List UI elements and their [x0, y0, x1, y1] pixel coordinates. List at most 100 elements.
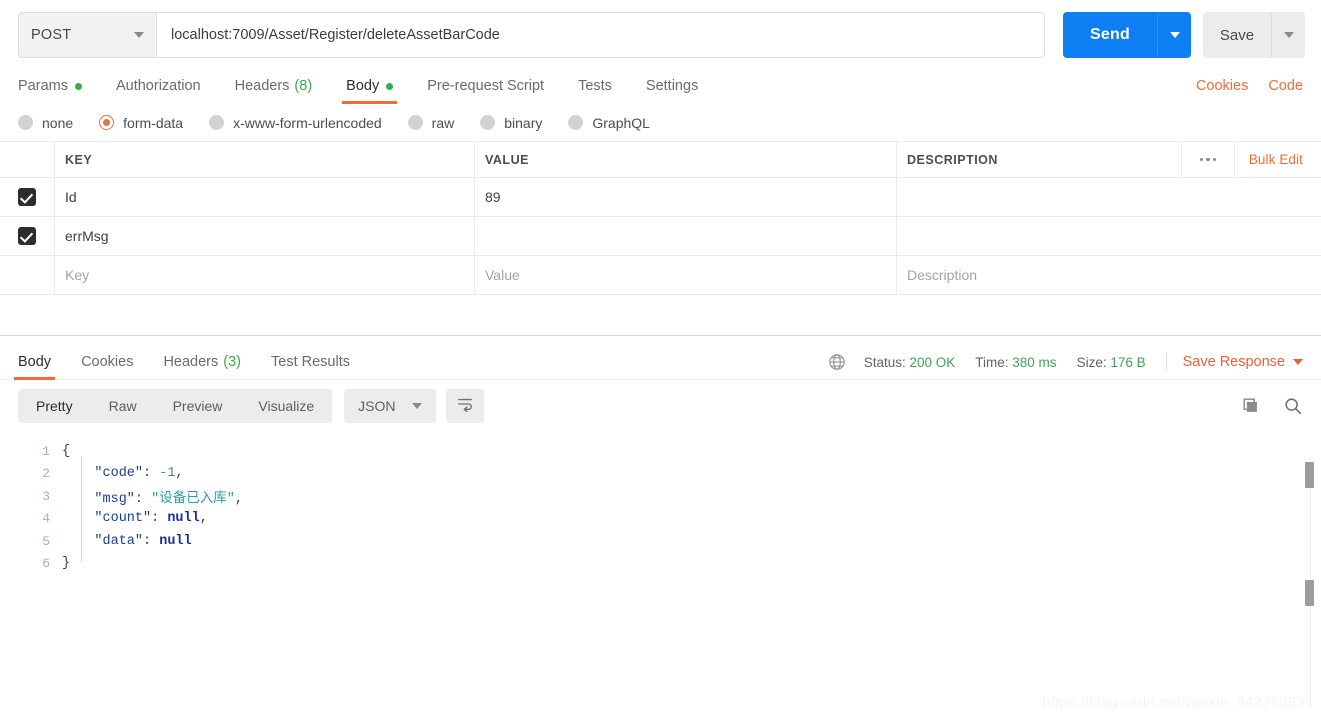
row-key-input[interactable]: Id	[65, 189, 77, 205]
copy-icon[interactable]	[1241, 396, 1261, 416]
line-number: 4	[42, 511, 50, 527]
view-mode-visualize[interactable]: Visualize	[240, 389, 332, 423]
code-line: 3 "msg": "设备已入库",	[0, 485, 1321, 508]
header-description: DESCRIPTION	[907, 152, 998, 167]
view-mode-raw[interactable]: Raw	[91, 389, 155, 423]
scrollbar-marker[interactable]	[1305, 580, 1314, 606]
radio-selected-icon	[99, 115, 115, 130]
save-response-label: Save Response	[1182, 354, 1285, 370]
body-type-graphql[interactable]: GraphQL	[568, 115, 650, 131]
size-label: Size:	[1076, 354, 1107, 370]
radio-icon	[18, 115, 33, 130]
code-text: "msg": "设备已入库",	[62, 491, 243, 507]
code-line: 2 "code": -1,	[0, 463, 1321, 486]
table-row: errMsg	[0, 217, 1321, 256]
checkbox-checked-icon[interactable]	[18, 227, 36, 245]
tab-body[interactable]: Body	[342, 78, 398, 104]
code-scrollbar[interactable]	[1305, 458, 1315, 708]
scrollbar-thumb[interactable]	[1305, 462, 1314, 488]
bulk-edit-button[interactable]: Bulk Edit	[1235, 142, 1321, 177]
tab-headers[interactable]: Headers (8)	[235, 78, 313, 104]
tab-settings[interactable]: Settings	[646, 78, 698, 104]
save-button[interactable]: Save	[1203, 12, 1271, 58]
body-type-x-www-form-urlencoded[interactable]: x-www-form-urlencoded	[209, 115, 382, 131]
send-button[interactable]: Send	[1063, 12, 1157, 58]
response-viewer-actions	[1219, 396, 1303, 416]
size-meta: Size: 176 B	[1077, 355, 1146, 370]
modified-dot-icon	[386, 82, 394, 90]
form-data-table: KEY VALUE DESCRIPTION Bulk Edit Id 89 er…	[0, 142, 1321, 295]
new-key-input[interactable]: Key	[65, 267, 89, 283]
url-text: localhost:7009/Asset/Register/deleteAsse…	[171, 27, 500, 43]
body-type-raw-label: raw	[431, 114, 455, 131]
checkbox-checked-icon[interactable]	[18, 188, 36, 206]
more-options-icon[interactable]	[1181, 142, 1235, 177]
word-wrap-icon	[456, 396, 474, 417]
row-checkbox-cell[interactable]	[0, 178, 55, 216]
row-checkbox-cell[interactable]	[0, 217, 55, 255]
code-line: 5 "data": null	[0, 530, 1321, 553]
body-type-none-label: none	[42, 114, 74, 131]
search-icon[interactable]	[1283, 396, 1303, 416]
code-line: 4 "count": null,	[0, 508, 1321, 531]
chevron-down-icon	[134, 32, 144, 38]
row-checkbox-cell[interactable]	[0, 256, 55, 294]
save-button-group: Save	[1203, 12, 1305, 58]
response-tab-test-results[interactable]: Test Results	[271, 354, 350, 379]
tab-params[interactable]: Params	[18, 78, 82, 104]
tab-authorization-label: Authorization	[115, 78, 201, 94]
code-link[interactable]: Code	[1268, 78, 1303, 94]
tab-params-label: Params	[18, 78, 68, 94]
chevron-down-icon	[1293, 359, 1303, 365]
code-line: 1{	[0, 440, 1321, 463]
line-number: 5	[42, 533, 50, 549]
response-header: Body Cookies Headers (3) Test Results St…	[0, 336, 1321, 380]
body-type-none[interactable]: none	[18, 115, 73, 131]
row-value-input[interactable]: 89	[485, 189, 501, 205]
response-viewer-toolbar: Pretty Raw Preview Visualize JSON	[0, 380, 1321, 432]
watermark: https://blog.csdn.net/weixin_44226883	[1042, 694, 1305, 711]
time-meta: Time: 380 ms	[975, 355, 1056, 370]
new-value-input[interactable]: Value	[485, 267, 520, 283]
send-button-group: Send	[1063, 12, 1191, 58]
response-tab-headers-label: Headers	[163, 354, 219, 370]
new-description-input[interactable]: Description	[907, 267, 977, 283]
tab-settings-label: Settings	[645, 78, 699, 94]
request-tabs: Params Authorization Headers (8) Body Pr…	[0, 62, 1321, 104]
tab-pre-request-script[interactable]: Pre-request Script	[427, 78, 544, 104]
chevron-down-icon	[411, 403, 422, 409]
response-format-select[interactable]: JSON	[344, 389, 436, 423]
response-tab-cookies[interactable]: Cookies	[81, 354, 133, 379]
save-response-button[interactable]: Save Response	[1183, 354, 1303, 370]
table-row: Id 89	[0, 178, 1321, 217]
tab-authorization[interactable]: Authorization	[116, 78, 201, 104]
status-meta: Status: 200 OK	[864, 355, 956, 370]
http-method-label: POST	[31, 27, 72, 43]
table-placeholder-row: Key Value Description	[0, 256, 1321, 295]
body-type-raw[interactable]: raw	[407, 114, 455, 131]
tab-body-label: Body	[346, 78, 380, 94]
radio-icon	[568, 115, 584, 130]
view-mode-preview[interactable]: Preview	[155, 389, 241, 423]
body-type-binary[interactable]: binary	[480, 115, 542, 131]
code-fold-guide	[81, 456, 82, 562]
body-type-form-data[interactable]: form-data	[99, 115, 183, 131]
response-body-code[interactable]: 1{2 "code": -1, 3 "msg": "设备已入库", 4 "count…	[0, 432, 1321, 672]
send-options-button[interactable]	[1157, 12, 1191, 58]
url-input[interactable]: localhost:7009/Asset/Register/deleteAsse…	[156, 12, 1045, 58]
body-type-binary-label: binary	[504, 114, 543, 131]
time-value: 380 ms	[1012, 354, 1057, 370]
line-number: 6	[42, 556, 50, 572]
save-options-button[interactable]	[1271, 12, 1305, 58]
response-tab-body-label: Body	[18, 354, 52, 370]
http-method-select[interactable]: POST	[18, 12, 156, 58]
response-tab-body[interactable]: Body	[13, 354, 56, 380]
response-tab-cookies-label: Cookies	[81, 354, 134, 370]
response-tab-headers[interactable]: Headers (3)	[163, 354, 241, 379]
tab-tests[interactable]: Tests	[578, 78, 612, 104]
header-key: KEY	[65, 152, 93, 167]
view-mode-pretty[interactable]: Pretty	[18, 389, 91, 423]
cookies-link[interactable]: Cookies	[1196, 78, 1248, 94]
row-key-input[interactable]: errMsg	[65, 228, 109, 244]
word-wrap-button[interactable]	[445, 389, 484, 423]
